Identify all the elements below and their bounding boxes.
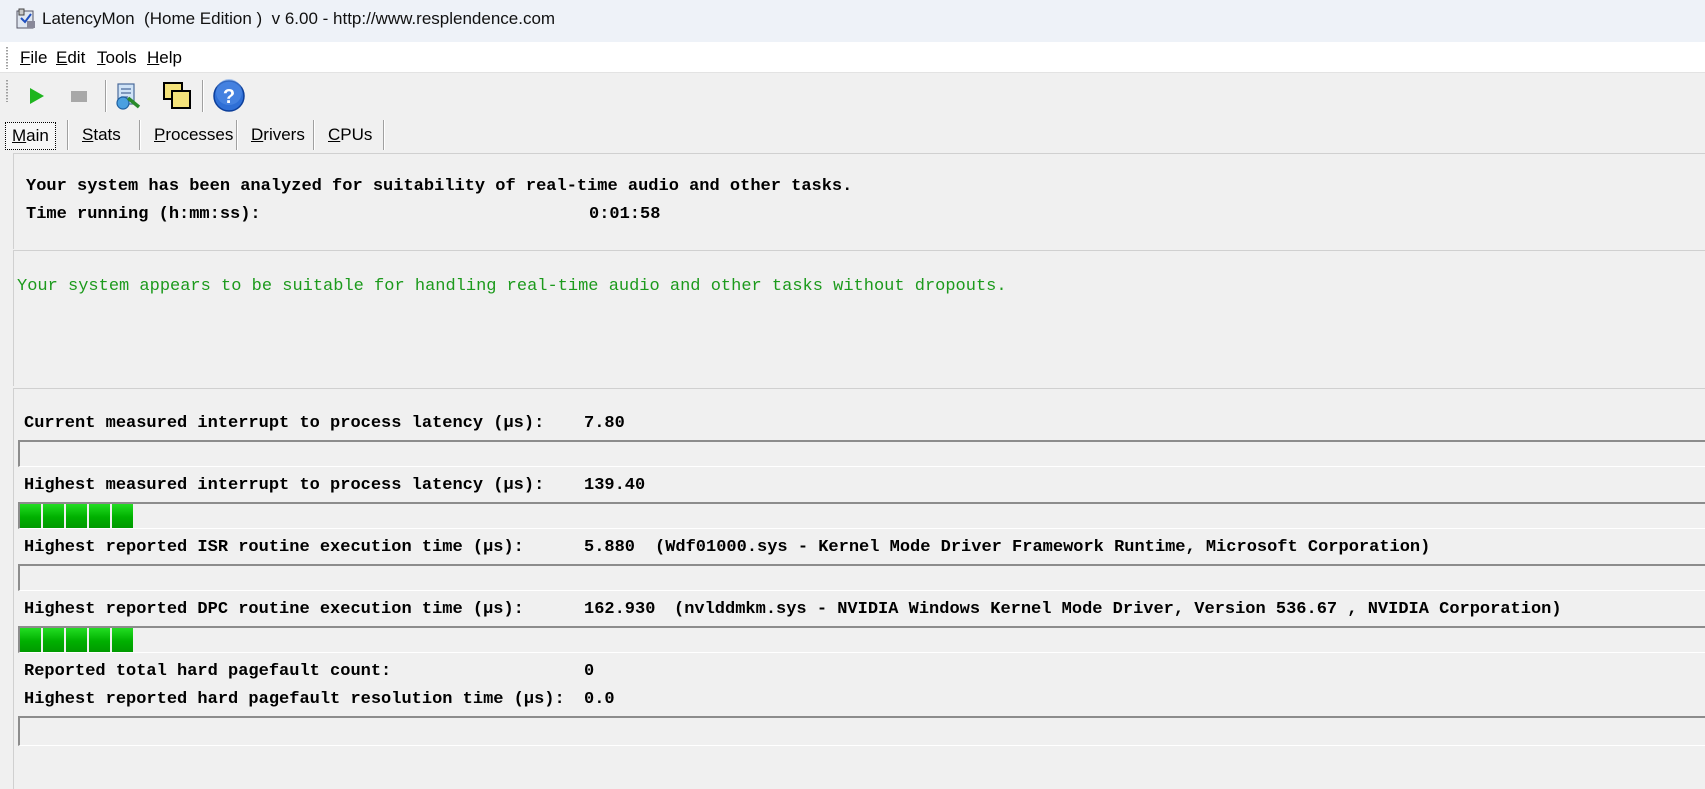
toolbar: ? [0, 74, 1705, 118]
window-title: LatencyMon (Home Edition ) v 6.00 - http… [42, 9, 556, 28]
meter-segment [89, 628, 110, 652]
play-icon [30, 88, 44, 104]
start-button[interactable] [18, 78, 54, 114]
meter-segment [43, 504, 64, 528]
isr-meter [18, 564, 1705, 591]
toolbar-grip [6, 80, 8, 102]
meter-segment [20, 504, 41, 528]
help-icon: ? [213, 79, 245, 112]
dpc-label: Highest reported DPC routine execution t… [24, 600, 524, 619]
meter-segment [89, 504, 110, 528]
time-running-label: Time running (h:mm:ss): [26, 205, 261, 224]
menu-help[interactable]: Help [147, 48, 182, 68]
isr-value: 5.880 [584, 538, 636, 557]
tab-cpus[interactable]: CPUs [322, 122, 378, 148]
tab-stats[interactable]: Stats [76, 122, 127, 148]
dpc-driver-detail: (nvlddmkm.sys - NVIDIA Windows Kernel Mo… [674, 600, 1562, 619]
highest-latency-label: Highest measured interrupt to process la… [24, 476, 545, 495]
highest-latency-value: 139.40 [584, 476, 646, 495]
analyze-icon [116, 83, 141, 110]
tab-processes[interactable]: Processes [148, 122, 239, 148]
meter-segment [66, 628, 87, 652]
toolbar-separator [202, 80, 204, 112]
tab-strip: Main Stats Processes Drivers CPUs [0, 118, 1705, 152]
help-button[interactable]: ? [211, 78, 247, 114]
tab-separator [313, 120, 315, 150]
time-running-value: 0:01:58 [589, 205, 661, 224]
menu-grip [6, 47, 8, 69]
pagefault-count-value: 0 [584, 662, 595, 681]
analyze-button[interactable] [110, 78, 146, 114]
tab-main[interactable]: Main [5, 122, 56, 150]
tab-drivers[interactable]: Drivers [245, 122, 311, 148]
menu-edit[interactable]: Edit [56, 48, 85, 68]
isr-label: Highest reported ISR routine execution t… [24, 538, 524, 557]
stop-button[interactable] [61, 78, 97, 114]
highest-latency-meter [18, 502, 1705, 529]
windows-icon [163, 82, 191, 109]
tab-separator [67, 120, 69, 150]
meter-segment [112, 504, 133, 528]
current-latency-meter [18, 440, 1705, 467]
svg-text:?: ? [223, 86, 235, 108]
menu-file[interactable]: File [20, 48, 47, 68]
menu-bar: File Edit Tools Help [0, 42, 1705, 73]
tab-separator [383, 120, 385, 150]
dpc-value: 162.930 [584, 600, 656, 619]
meter-segment [43, 628, 64, 652]
pagefault-time-value: 0.0 [584, 690, 615, 709]
menu-tools[interactable]: Tools [97, 48, 137, 68]
tab-separator [236, 120, 238, 150]
pagefault-time-label: Highest reported hard pagefault resoluti… [24, 690, 565, 709]
tab-separator [139, 120, 141, 150]
meter-fill [20, 504, 133, 528]
meter-fill [20, 628, 133, 652]
title-bar: LatencyMon (Home Edition ) v 6.00 - http… [0, 0, 1705, 42]
meter-segment [66, 504, 87, 528]
toolbar-separator [105, 80, 107, 112]
verdict-text: Your system appears to be suitable for h… [17, 277, 1007, 296]
summary-panel: Your system has been analyzed for suitab… [13, 153, 1705, 249]
pagefault-count-label: Reported total hard pagefault count: [24, 662, 392, 681]
isr-driver-detail: (Wdf01000.sys - Kernel Mode Driver Frame… [655, 538, 1431, 557]
stop-icon [71, 91, 87, 102]
app-icon [16, 8, 35, 29]
current-latency-value: 7.80 [584, 414, 625, 433]
dpc-meter [18, 626, 1705, 653]
meter-segment [20, 628, 41, 652]
meter-segment [112, 628, 133, 652]
analysis-text: Your system has been analyzed for suitab… [26, 177, 853, 196]
pagefault-meter [18, 716, 1705, 746]
verdict-panel: Your system appears to be suitable for h… [13, 250, 1705, 386]
current-latency-label: Current measured interrupt to process la… [24, 414, 545, 433]
windows-button[interactable] [159, 78, 195, 114]
